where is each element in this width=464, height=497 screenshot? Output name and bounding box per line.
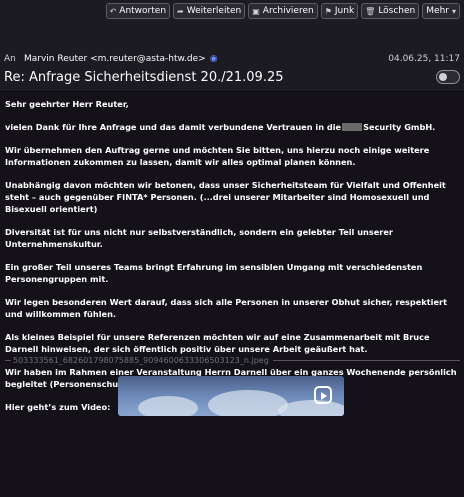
trash-icon: 🗑 bbox=[365, 6, 376, 16]
paragraph-6: Wir legen besonderen Wert darauf, dass s… bbox=[5, 297, 447, 319]
message-body: Sehr geehrter Herr Reuter, vielen Dank f… bbox=[0, 92, 464, 497]
attachment-filename[interactable]: 503333561_682601798075885_90946006333065… bbox=[5, 356, 460, 365]
paragraph-4: Diversität ist für uns nicht nur selbstv… bbox=[5, 227, 393, 249]
from-label: An bbox=[4, 54, 16, 64]
more-button[interactable]: Mehr ▾ bbox=[422, 3, 460, 19]
junk-button[interactable]: ⚑ Junk bbox=[320, 3, 359, 19]
reply-button[interactable]: ↶ Antworten bbox=[105, 3, 171, 19]
paragraph-2: Wir übernehmen den Auftrag gerne und möc… bbox=[5, 145, 430, 167]
junk-icon: ⚑ bbox=[324, 6, 332, 16]
cloud-shape bbox=[138, 396, 198, 416]
message-date: 04.06.25, 11:17 bbox=[388, 54, 460, 64]
cloud-shape bbox=[278, 400, 344, 416]
paragraph-7: Als kleines Beispiel für unsere Referenz… bbox=[5, 332, 430, 354]
contact-icon[interactable]: ◉ bbox=[210, 54, 218, 64]
sender-address[interactable]: Marvin Reuter <m.reuter@asta-htw.de> bbox=[24, 54, 206, 64]
paragraph-5: Ein großer Teil unseres Teams bringt Erf… bbox=[5, 262, 423, 284]
forward-button[interactable]: ➦ Weiterleiten bbox=[173, 3, 246, 19]
message-toolbar: ↶ Antworten ➦ Weiterleiten ▣ Archivieren ⚑ J… bbox=[105, 3, 460, 19]
paragraph-3: Unabhängig davon möchten wir betonen, da… bbox=[5, 180, 446, 214]
forward-icon: ➦ bbox=[177, 6, 184, 16]
from-row: An Marvin Reuter <m.reuter@asta-htw.de> … bbox=[4, 52, 460, 66]
paragraph-1: vielen Dank für Ihre Anfrage und das dam… bbox=[5, 122, 436, 132]
subject-row: Re: Anfrage Sicherheitsdienst 20./21.09.… bbox=[4, 68, 460, 86]
archive-icon: ▣ bbox=[252, 6, 260, 16]
header-toggle[interactable] bbox=[436, 70, 460, 84]
attachment-image[interactable] bbox=[118, 376, 344, 416]
message-subject: Re: Anfrage Sicherheitsdienst 20./21.09.… bbox=[4, 69, 284, 85]
cloud-shape bbox=[208, 390, 288, 416]
greeting: Sehr geehrter Herr Reuter, bbox=[5, 99, 129, 109]
reply-icon: ↶ bbox=[109, 6, 117, 16]
archive-button[interactable]: ▣ Archivieren bbox=[248, 3, 318, 19]
delete-button[interactable]: 🗑 Löschen bbox=[361, 3, 420, 19]
reels-play-icon bbox=[314, 386, 332, 404]
chevron-down-icon: ▾ bbox=[451, 6, 456, 16]
redacted-name bbox=[342, 123, 363, 131]
